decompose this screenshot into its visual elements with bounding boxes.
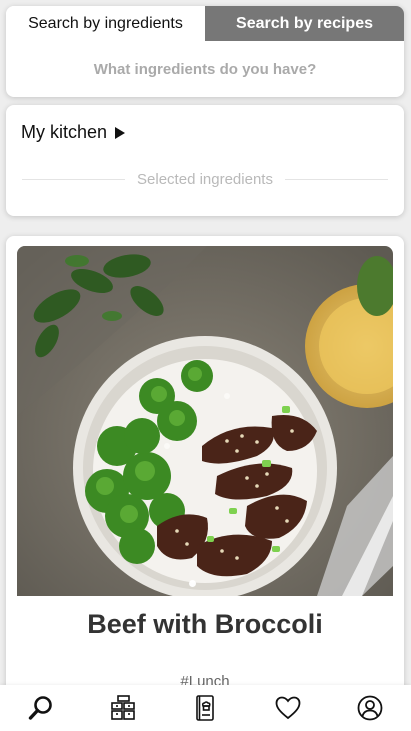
kitchen-card: My kitchen Selected ingredients	[6, 105, 404, 216]
recipe-title[interactable]: Beef with Broccoli	[6, 609, 404, 640]
search-tabs: Search by ingredients Search by recipes	[6, 6, 404, 41]
search-card: Search by ingredients Search by recipes	[6, 6, 404, 97]
recipe-book-icon	[196, 695, 215, 721]
tab-search-by-recipes[interactable]: Search by recipes	[205, 6, 404, 41]
bottom-nav	[0, 685, 411, 731]
recipe-image[interactable]	[17, 246, 393, 596]
kitchen-icon	[111, 695, 136, 720]
recipe-card[interactable]: Beef with Broccoli #Lunch	[6, 236, 404, 706]
nav-favorites-button[interactable]	[268, 688, 308, 728]
recipe-photo	[17, 246, 393, 596]
nav-kitchen-button[interactable]	[103, 688, 143, 728]
selected-ingredients-divider: Selected ingredients	[22, 171, 388, 188]
nav-search-button[interactable]	[21, 688, 61, 728]
selected-ingredients-label: Selected ingredients	[137, 171, 273, 188]
heart-icon	[275, 696, 301, 720]
divider-line-left	[22, 179, 126, 180]
my-kitchen-toggle[interactable]: My kitchen	[21, 122, 126, 143]
nav-profile-button[interactable]	[350, 688, 390, 728]
tab-search-by-ingredients[interactable]: Search by ingredients	[6, 6, 205, 41]
nav-recipes-button[interactable]	[185, 688, 225, 728]
divider-line-right	[284, 179, 388, 180]
expand-arrow-icon	[115, 126, 126, 139]
profile-icon	[357, 695, 383, 721]
carousel-indicator-dot[interactable]	[189, 580, 196, 587]
ingredients-search-input[interactable]	[6, 41, 404, 97]
search-icon	[28, 696, 52, 720]
my-kitchen-label: My kitchen	[21, 122, 108, 142]
